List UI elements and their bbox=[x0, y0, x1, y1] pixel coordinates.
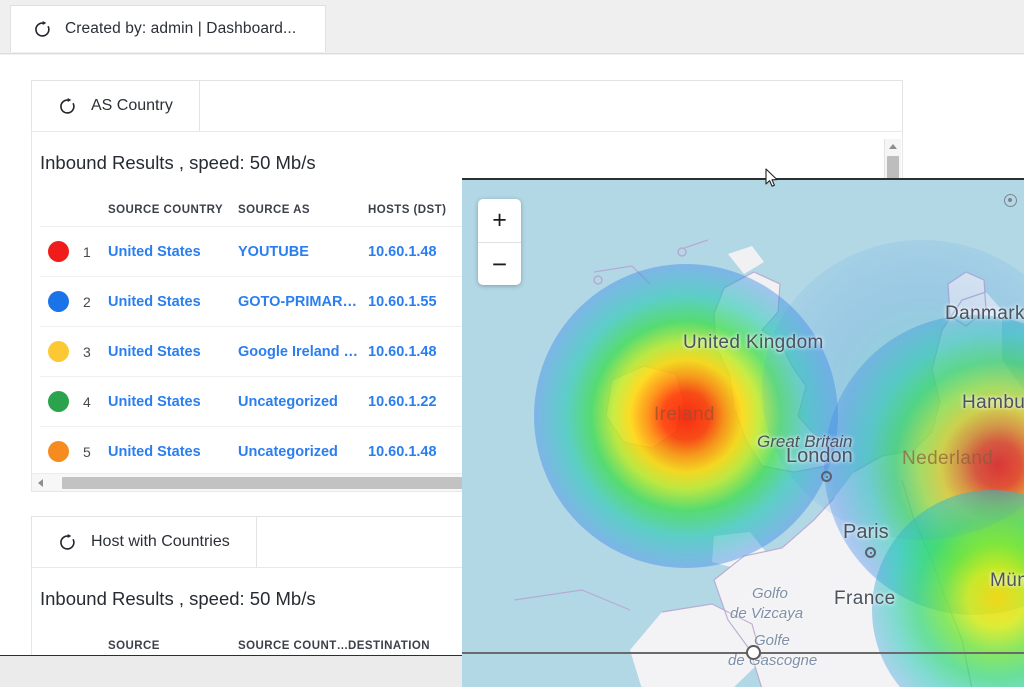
rank-number: 1 bbox=[83, 243, 91, 260]
col-source[interactable]: SOURCE bbox=[108, 626, 238, 655]
hosts-dst-link[interactable]: 10.60.1.55 bbox=[368, 294, 468, 310]
map-horizontal-guideline bbox=[462, 652, 1024, 654]
refresh-icon[interactable] bbox=[58, 97, 77, 116]
map-landmasses bbox=[513, 239, 1024, 687]
rank-number: 4 bbox=[83, 393, 91, 410]
cell-source-as[interactable]: GOTO-PRIMAR… bbox=[238, 276, 368, 327]
cell-hosts-dst[interactable]: 10.60.1.55 bbox=[368, 276, 468, 327]
source-country-link[interactable]: United States bbox=[108, 244, 238, 260]
series-color-dot bbox=[48, 291, 69, 312]
app-root: Created by: admin | Dashboard... AS Coun… bbox=[0, 0, 1024, 687]
tab-label: Host with Countries bbox=[91, 533, 230, 550]
col-destination[interactable]: DESTINATION bbox=[348, 626, 468, 655]
col-spacer bbox=[40, 626, 108, 655]
triangle-up-icon[interactable] bbox=[885, 139, 901, 154]
source-country-link[interactable]: United States bbox=[108, 394, 238, 410]
col-hosts-dst[interactable]: HOSTS (DST) bbox=[368, 190, 468, 227]
cell-hosts-dst[interactable]: 10.60.1.48 bbox=[368, 426, 468, 477]
hosts-dst-link[interactable]: 10.60.1.48 bbox=[368, 444, 468, 460]
info-circle-icon[interactable] bbox=[1004, 194, 1017, 207]
refresh-icon[interactable] bbox=[33, 20, 52, 39]
tab-as-country[interactable]: AS Country bbox=[32, 81, 200, 131]
rank-number: 2 bbox=[83, 293, 91, 310]
tab-created-by-admin[interactable]: Created by: admin | Dashboard... bbox=[10, 5, 326, 52]
city-marker-london bbox=[821, 471, 832, 482]
source-country-link[interactable]: United States bbox=[108, 344, 238, 360]
map-overlay-window[interactable]: United Kingdom Ireland Danmark Hamburg N… bbox=[462, 178, 1024, 687]
source-country-link[interactable]: United States bbox=[108, 294, 238, 310]
cell-source-as[interactable]: Google Ireland … bbox=[238, 326, 368, 377]
cell-hosts-dst[interactable]: 10.60.1.48 bbox=[368, 226, 468, 277]
cell-hosts-dst[interactable]: 10.60.1.22 bbox=[368, 376, 468, 427]
hosts-dst-link[interactable]: 10.60.1.48 bbox=[368, 344, 468, 360]
cell-source-country[interactable]: United States bbox=[108, 276, 238, 327]
panel-as-country-tabbar: AS Country bbox=[31, 80, 903, 132]
cell-rank: 1 bbox=[40, 226, 108, 277]
map-guideline-knob[interactable] bbox=[746, 645, 761, 660]
cell-source-as[interactable]: Uncategorized bbox=[238, 426, 368, 477]
zoom-in-button[interactable]: + bbox=[478, 199, 521, 242]
col-source-as[interactable]: SOURCE AS bbox=[238, 190, 368, 227]
cell-source-country[interactable]: United States bbox=[108, 426, 238, 477]
mouse-cursor bbox=[765, 168, 778, 187]
col-rank bbox=[40, 190, 108, 227]
rank-number: 3 bbox=[83, 343, 91, 360]
cell-rank: 2 bbox=[40, 276, 108, 327]
refresh-icon[interactable] bbox=[58, 533, 77, 552]
tab-label: Created by: admin | Dashboard... bbox=[65, 20, 297, 37]
cell-hosts-dst[interactable]: 10.60.1.48 bbox=[368, 326, 468, 377]
source-as-link[interactable]: YOUTUBE bbox=[238, 244, 368, 260]
cell-rank: 5 bbox=[40, 426, 108, 477]
series-color-dot bbox=[48, 341, 69, 362]
series-color-dot bbox=[48, 441, 69, 462]
cell-source-as[interactable]: YOUTUBE bbox=[238, 226, 368, 277]
city-marker-paris bbox=[865, 547, 876, 558]
zoom-out-button[interactable]: − bbox=[478, 242, 521, 285]
map-canvas[interactable]: United Kingdom Ireland Danmark Hamburg N… bbox=[462, 180, 1024, 687]
cell-rank: 3 bbox=[40, 326, 108, 377]
hosts-dst-link[interactable]: 10.60.1.48 bbox=[368, 244, 468, 260]
cell-rank: 4 bbox=[40, 376, 108, 427]
cell-source-country[interactable]: United States bbox=[108, 376, 238, 427]
rank-number: 5 bbox=[83, 443, 91, 460]
source-as-link[interactable]: Google Ireland … bbox=[238, 344, 368, 360]
triangle-left-icon[interactable] bbox=[32, 474, 48, 491]
source-country-link[interactable]: United States bbox=[108, 444, 238, 460]
tab-host-with-countries[interactable]: Host with Countries bbox=[32, 517, 257, 567]
source-as-link[interactable]: GOTO-PRIMAR… bbox=[238, 294, 368, 310]
source-as-link[interactable]: Uncategorized bbox=[238, 444, 368, 460]
col-source-country[interactable]: SOURCE COUNTRY bbox=[108, 190, 238, 227]
cell-source-country[interactable]: United States bbox=[108, 226, 238, 277]
tabbar-empty-space bbox=[199, 81, 902, 131]
series-color-dot bbox=[48, 391, 69, 412]
col-source-country[interactable]: SOURCE COUNT… bbox=[238, 626, 348, 655]
hosts-dst-link[interactable]: 10.60.1.22 bbox=[368, 394, 468, 410]
cell-source-as[interactable]: Uncategorized bbox=[238, 376, 368, 427]
tab-label: AS Country bbox=[91, 97, 173, 114]
series-color-dot bbox=[48, 241, 69, 262]
source-as-link[interactable]: Uncategorized bbox=[238, 394, 368, 410]
map-zoom-control[interactable]: + − bbox=[478, 199, 521, 285]
cell-source-country[interactable]: United States bbox=[108, 326, 238, 377]
dashboard-tab-strip: Created by: admin | Dashboard... bbox=[0, 0, 1024, 55]
